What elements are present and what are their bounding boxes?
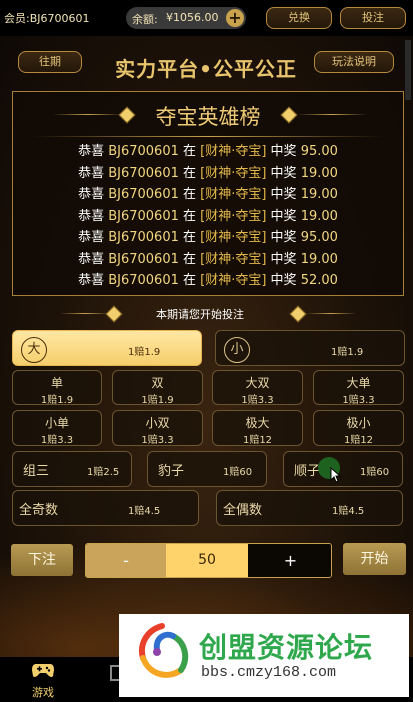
watermark-text: 创盟资源论坛 [199,631,374,664]
bet-record-button[interactable]: 投注 [340,7,406,29]
winner-row: 恭喜 BJ6700601 在 [财神·夺宝] 中奖 19.00 [78,187,338,202]
bet-straight[interactable]: 顺子 1赔60 [283,451,403,487]
bet-all-even[interactable]: 全偶数 1赔4.5 [216,490,403,526]
divider [297,114,367,115]
bet-label: 全奇数 [19,503,59,518]
bet-even[interactable]: 双 1赔1.9 [112,370,203,406]
bet-big-even[interactable]: 大双 1赔3.3 [212,370,303,406]
scrollbar[interactable] [405,40,411,100]
bet-odds: 1赔60 [223,467,253,478]
bet-odds: 1赔4.5 [332,506,365,517]
bet-odds: 1赔1.9 [40,395,74,406]
decrease-button[interactable]: - [86,544,166,577]
bet-small[interactable]: 小 1赔1.9 [215,330,405,366]
winner-row: 恭喜 BJ6700601 在 [财神·夺宝] 中奖 95.00 [78,144,338,159]
bet-label: 极大 [245,416,270,430]
balance-pill: 余额: ¥1056.00 + [126,7,246,29]
bet-label: 全偶数 [223,503,263,518]
bet-label: 组三 [23,464,50,479]
page-title: 实力平台•公平公正 [115,57,297,81]
divider [60,313,110,314]
winner-row: 恭喜 BJ6700601 在 [财神·夺宝] 中奖 19.00 [78,165,338,181]
bet-label: 小单 [44,416,69,430]
bet-big-symbol: 大 [21,337,47,363]
bet-odds: 1赔12 [242,435,273,446]
start-button[interactable]: 开始 [343,543,406,575]
bet-big-odds: 1赔1.9 [128,347,161,358]
bet-small-odds: 1赔1.9 [331,347,364,358]
watermark-logo [139,623,189,678]
bet-small-odd[interactable]: 小单 1赔3.3 [12,410,102,446]
nav-game-label: 游戏 [32,686,54,699]
bet-odds: 1赔4.5 [128,506,161,517]
balance-value: ¥1056.00 [166,11,219,24]
exchange-button[interactable]: 兑换 [266,7,332,29]
bet-odds: 1赔3.3 [40,435,74,446]
bet-amount-value[interactable]: 50 [166,544,248,577]
bet-prompt: 本期请您开始投注 [156,308,244,321]
bet-label: 顺子 [294,464,321,479]
bet-odds: 1赔2.5 [87,467,120,478]
bet-extreme-big[interactable]: 极大 1赔12 [212,410,303,446]
add-funds-icon[interactable]: + [226,9,244,27]
member-id: 会员:BJ6700601 [4,12,90,25]
winner-list: 恭喜 BJ6700601 在 [财神·夺宝] 中奖 95.00 恭喜 BJ670… [13,140,403,291]
winner-row: 恭喜 BJ6700601 在 [财神·夺宝] 中奖 19.00 [78,251,338,267]
watermark-url: bbs.cmzy168.com [201,664,337,681]
past-results-button[interactable]: 往期 [18,51,82,73]
bet-label: 小双 [145,416,170,430]
gamepad-icon [32,664,54,677]
bet-big-odd[interactable]: 大单 1赔3.3 [313,370,404,406]
bet-odd[interactable]: 单 1赔1.9 [12,370,102,406]
bet-leopard[interactable]: 豹子 1赔60 [147,451,267,487]
bet-odds: 1赔3.3 [141,435,174,446]
bet-group-three[interactable]: 组三 1赔2.5 [12,451,132,487]
bet-odds: 1赔3.3 [342,395,375,406]
increase-button[interactable]: + [248,544,331,577]
board-title: 夺宝英雄榜 [155,105,261,129]
bet-all-odd[interactable]: 全奇数 1赔4.5 [12,490,199,526]
bet-odds: 1赔12 [343,435,374,446]
place-bet-button[interactable]: 下注 [11,544,73,576]
bet-extreme-small[interactable]: 极小 1赔12 [313,410,404,446]
bet-small-even[interactable]: 小双 1赔3.3 [112,410,203,446]
bet-big[interactable]: 大 1赔1.9 [12,330,202,366]
divider [33,136,383,137]
bet-label: 豹子 [158,464,185,479]
diamond-icon [289,305,307,323]
bet-label: 双 [151,376,164,390]
hero-ranking-board: 夺宝英雄榜 恭喜 BJ6700601 在 [财神·夺宝] 中奖 95.00 恭喜… [12,91,404,296]
bet-label: 单 [50,376,63,390]
bet-label: 极小 [346,416,371,430]
bet-amount-stepper: - 50 + [85,543,332,578]
bet-odds: 1赔3.3 [241,395,274,406]
top-bar: 会员:BJ6700601 余额: ¥1056.00 + 兑换 投注 [0,0,413,36]
rules-button[interactable]: 玩法说明 [314,51,394,73]
winner-row: 恭喜 BJ6700601 在 [财神·夺宝] 中奖 52.00 [78,273,338,288]
winner-row: 恭喜 BJ6700601 在 [财神·夺宝] 中奖 19.00 [78,208,338,224]
bet-label: 大单 [346,376,371,390]
watermark-banner: 创盟资源论坛 bbs.cmzy168.com [119,614,409,697]
bet-small-symbol: 小 [224,337,250,363]
balance-label: 余额: [132,13,158,26]
bet-odds: 1赔1.9 [141,395,174,406]
bet-label: 大双 [245,376,270,390]
divider [306,313,356,314]
winner-row: 恭喜 BJ6700601 在 [财神·夺宝] 中奖 95.00 [78,230,338,245]
cursor-arrow-icon [330,467,342,483]
bet-odds: 1赔60 [360,467,390,478]
nav-game[interactable]: 游戏 [20,662,66,700]
